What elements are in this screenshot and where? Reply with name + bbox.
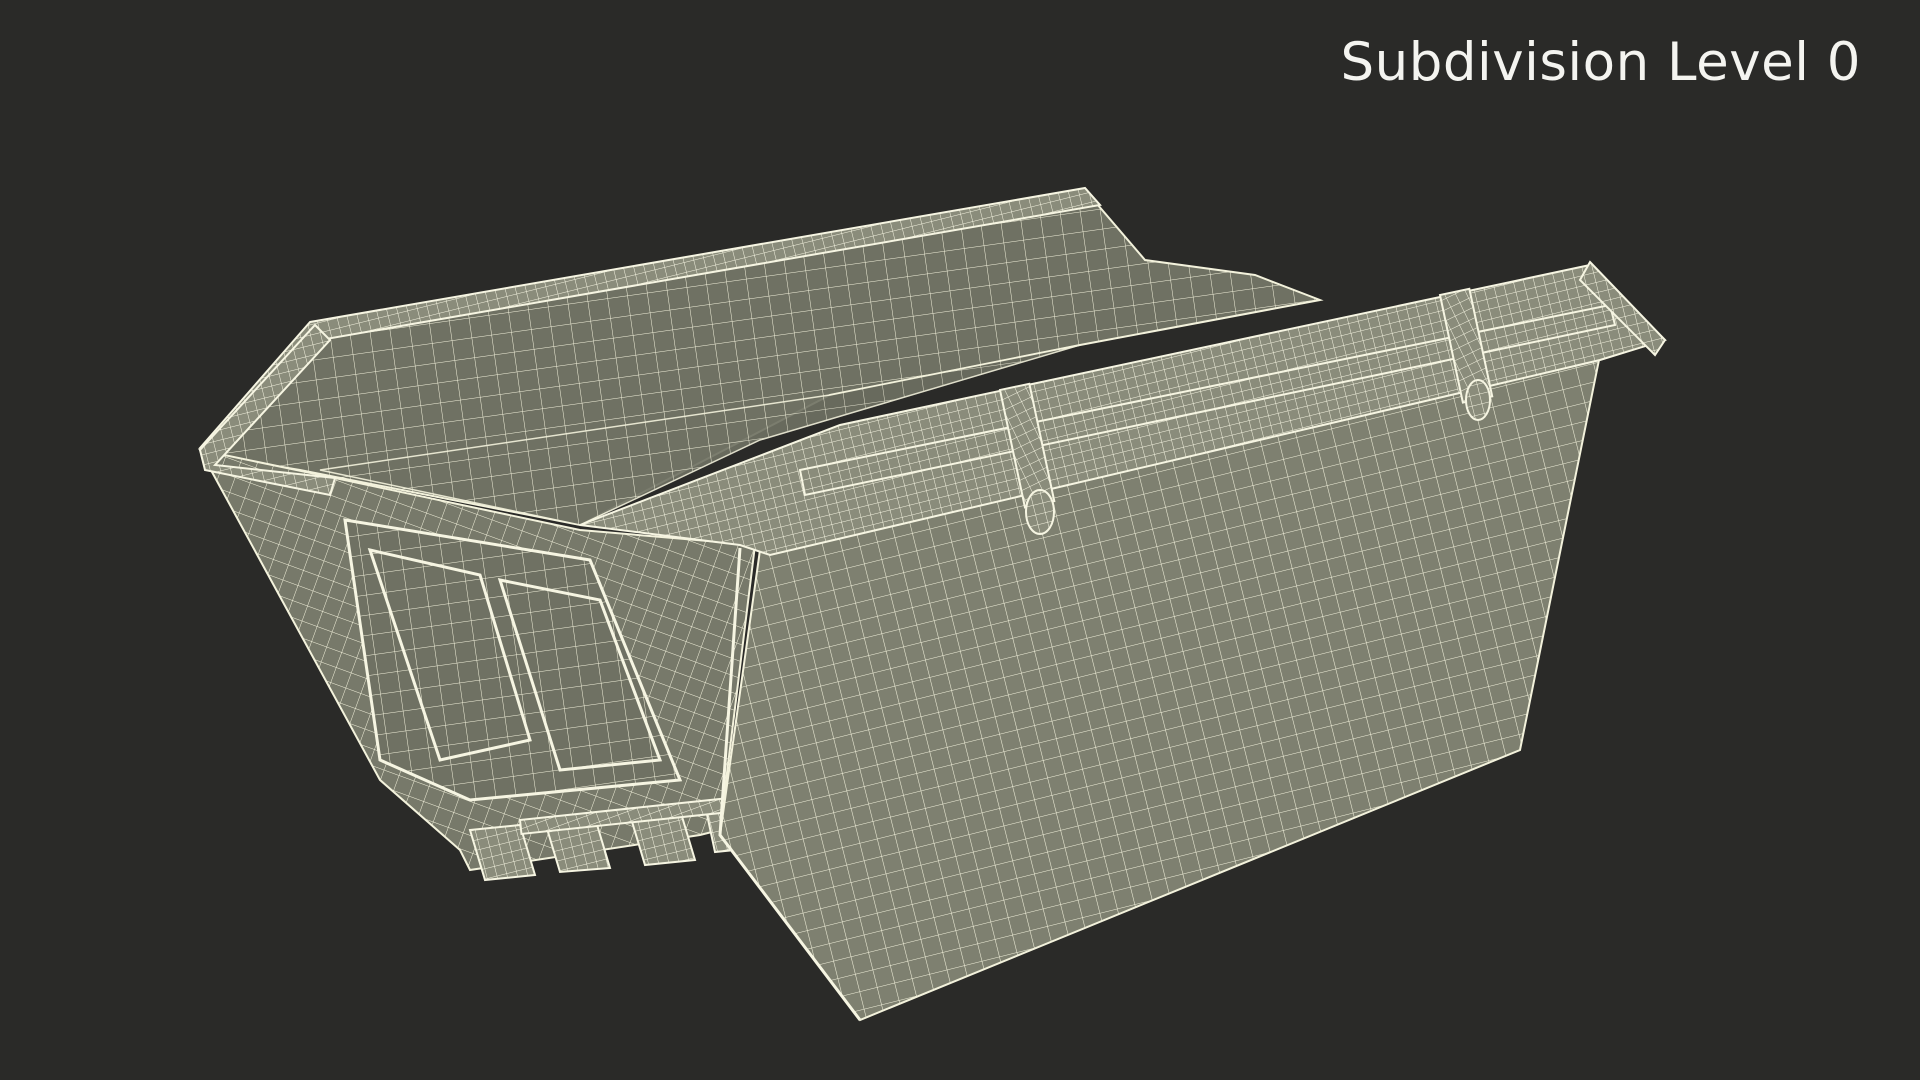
skip-container-model <box>198 186 1667 1022</box>
subdivision-level-label: Subdivision Level 0 <box>1340 32 1861 93</box>
render-viewport: Subdivision Level 0 <box>0 0 1920 1080</box>
